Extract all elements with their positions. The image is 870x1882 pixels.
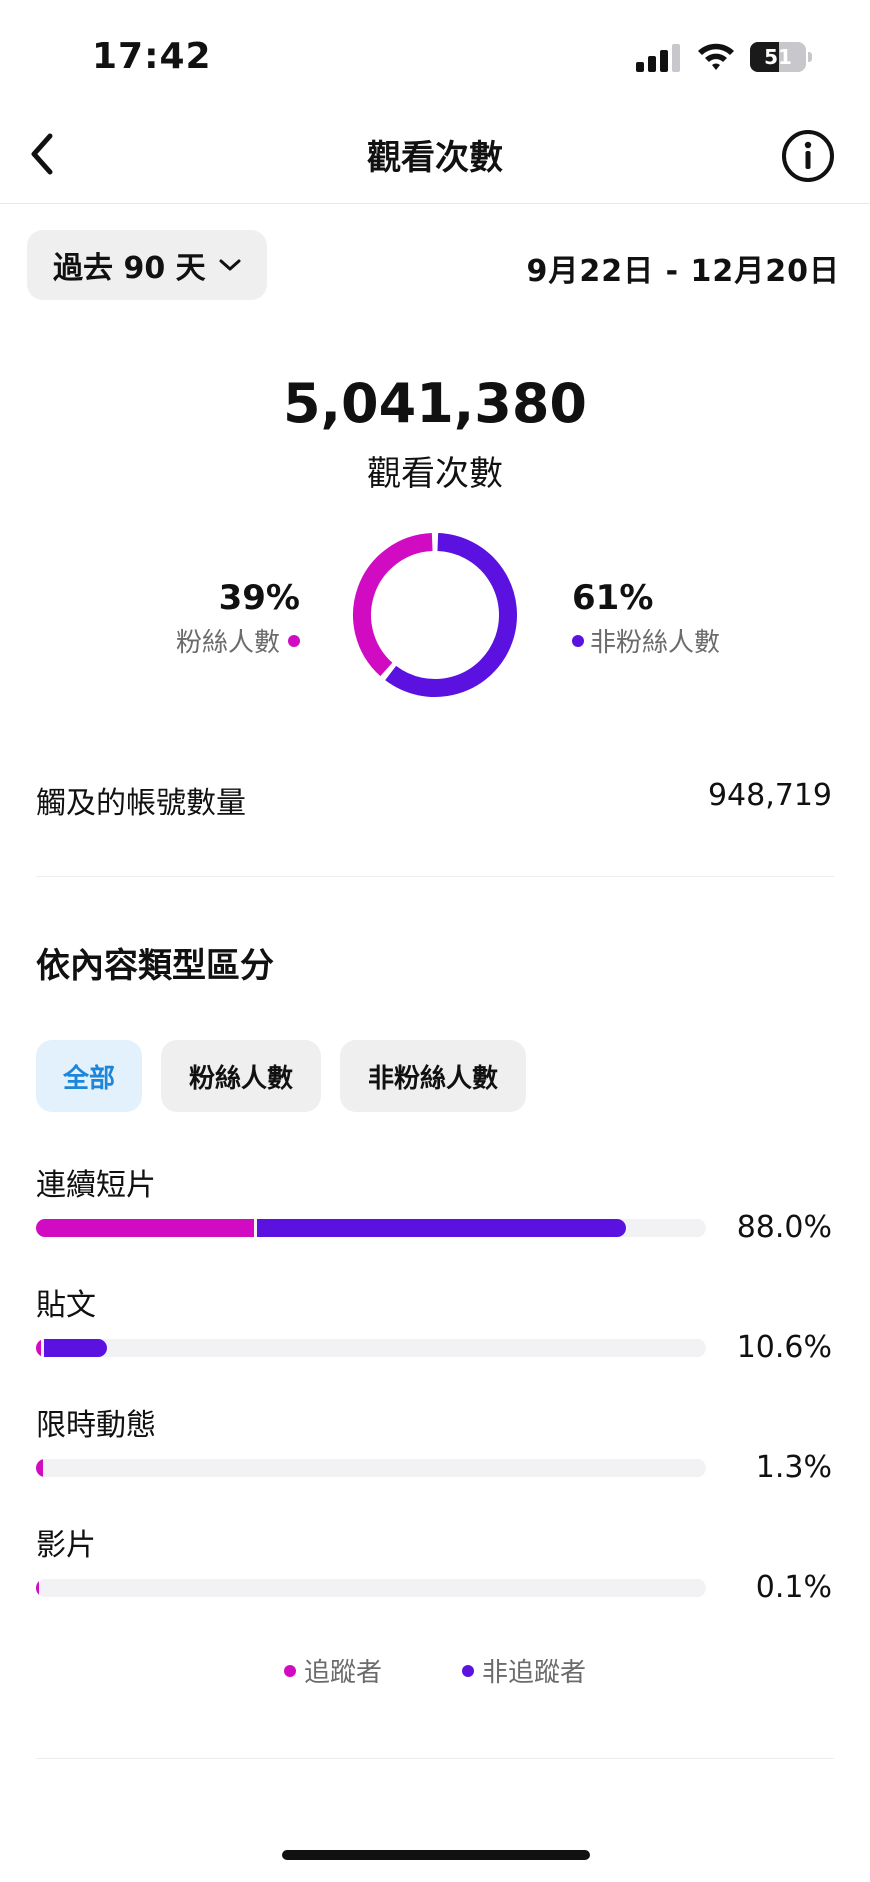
period-dropdown-button[interactable]: 過去 90 天 — [27, 230, 267, 300]
nav-bar: 觀看次數 — [0, 110, 870, 204]
content-type-bar — [36, 1579, 706, 1597]
non-followers-legend-label: 非粉絲人數 — [590, 628, 721, 658]
battery-percentage: 51 — [764, 45, 792, 69]
non-followers-percent: 61% — [572, 578, 654, 618]
page-title: 觀看次數 — [367, 138, 503, 178]
cellular-signal-icon — [636, 44, 680, 72]
bar-legend: 追蹤者 非追蹤者 — [0, 1652, 870, 1689]
total-views-label: 觀看次數 — [367, 454, 503, 494]
status-time: 17:42 — [92, 36, 212, 77]
info-icon[interactable] — [780, 128, 836, 184]
content-type-percent: 0.1% — [755, 1570, 832, 1605]
tab-all[interactable]: 全部 — [36, 1040, 142, 1112]
non-followers-legend: 非粉絲人數 — [572, 622, 720, 659]
date-range: 9月22日 - 12月20日 — [526, 254, 840, 289]
followers-bar-segment — [36, 1339, 42, 1357]
non-followers-dot — [572, 634, 584, 647]
battery-icon: 51 — [750, 42, 812, 72]
legend-item-followers: 追蹤者 — [283, 1652, 382, 1689]
content-type-percent: 88.0% — [736, 1210, 832, 1245]
content-type-percent: 10.6% — [736, 1330, 832, 1365]
followers-legend: 粉絲人數 — [176, 622, 300, 659]
content-type-label: 連續短片 — [36, 1168, 156, 1203]
non-followers-bar-segment — [44, 1339, 108, 1357]
legend-non-followers-label: 非追蹤者 — [482, 1658, 587, 1688]
wifi-icon — [698, 43, 734, 70]
divider — [36, 1758, 834, 1759]
followers-legend-label: 粉絲人數 — [175, 628, 280, 658]
total-views-value: 5,041,380 — [282, 372, 588, 435]
followers-bar-segment — [36, 1579, 39, 1597]
followers-dot — [288, 634, 300, 647]
content-type-label: 貼文 — [36, 1288, 96, 1323]
content-type-bar — [36, 1219, 706, 1237]
content-type-percent: 1.3% — [755, 1450, 832, 1485]
followers-donut-chart — [353, 533, 517, 697]
non-followers-donut-slice — [385, 533, 517, 697]
content-type-bar — [36, 1339, 706, 1357]
followers-dot — [283, 1664, 296, 1677]
followers-bar-segment — [36, 1219, 254, 1237]
legend-item-non-followers: 非追蹤者 — [462, 1652, 586, 1689]
content-type-bar — [36, 1459, 706, 1477]
reach-label: 觸及的帳號數量 — [36, 786, 246, 821]
status-bar: 17:42 51 — [0, 0, 870, 110]
chevron-down-icon — [219, 259, 241, 271]
followers-donut-slice — [353, 533, 433, 677]
divider — [36, 876, 834, 877]
followers-bar-segment — [36, 1459, 43, 1477]
non-followers-dot — [462, 1664, 474, 1677]
non-followers-bar-segment — [256, 1219, 626, 1237]
tab-followers[interactable]: 粉絲人數 — [161, 1040, 321, 1112]
period-label: 過去 90 天 — [53, 251, 206, 286]
content-type-title: 依內容類型區分 — [36, 946, 274, 986]
followers-percent: 39% — [218, 578, 300, 618]
reach-value: 948,719 — [707, 778, 832, 813]
content-type-label: 影片 — [36, 1528, 96, 1563]
tab-non-followers[interactable]: 非粉絲人數 — [340, 1040, 526, 1112]
home-indicator[interactable] — [282, 1850, 590, 1860]
legend-followers-label: 追蹤者 — [303, 1658, 382, 1688]
content-type-label: 限時動態 — [36, 1408, 156, 1443]
